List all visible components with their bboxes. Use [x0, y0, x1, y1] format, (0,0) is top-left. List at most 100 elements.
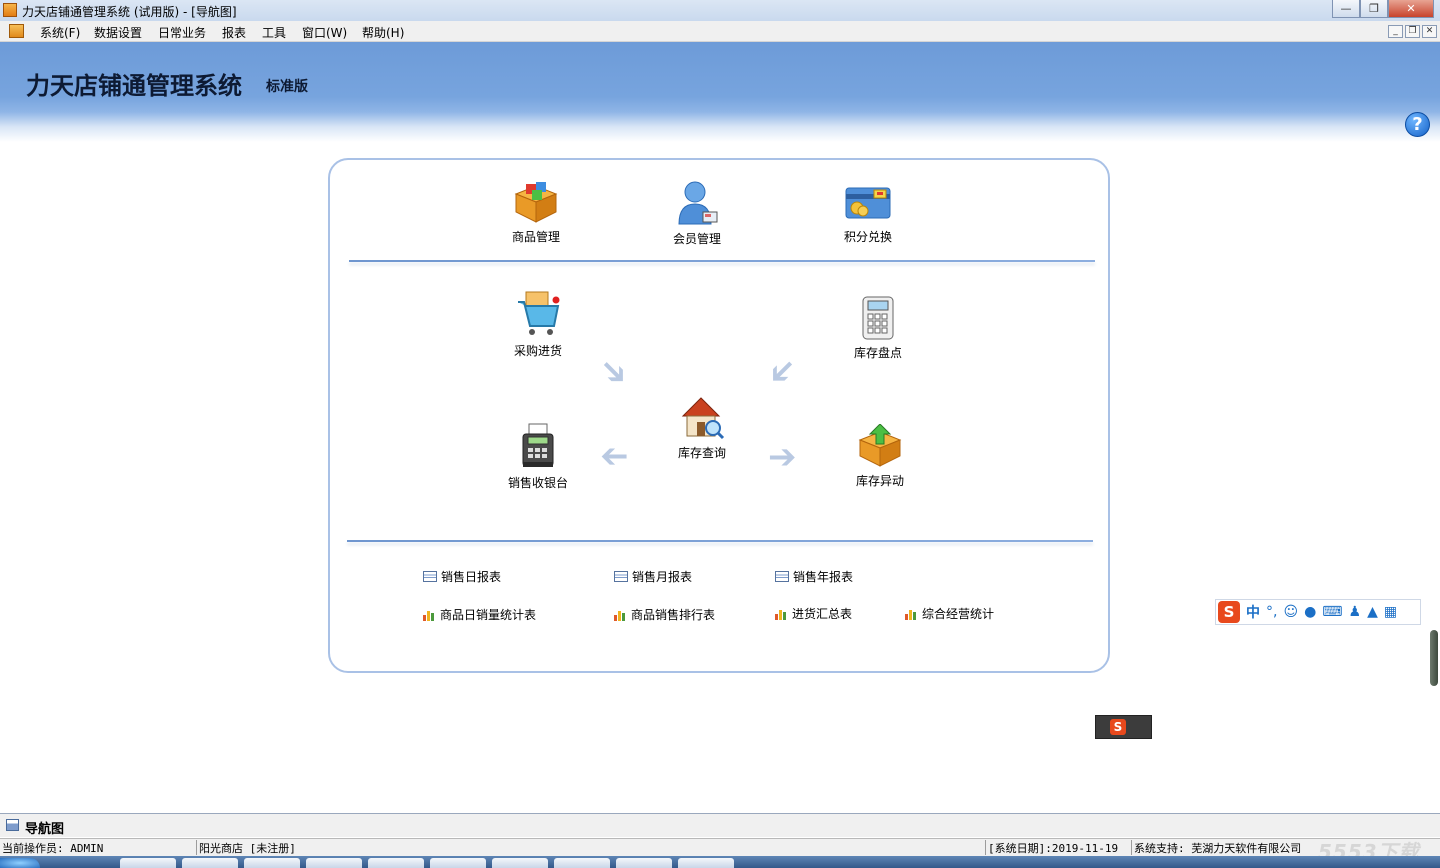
report-goods-sales-rank[interactable]: 商品销售排行表	[614, 606, 715, 623]
close-button[interactable]: ✕	[1388, 0, 1434, 18]
menu-bar: 系统(F) 数据设置 日常业务 报表 工具 窗口(W) 帮助(H) _ ❐ ✕	[0, 21, 1440, 42]
side-scroll-handle[interactable]	[1430, 630, 1438, 686]
menu-daily-business[interactable]: 日常业务	[158, 24, 206, 41]
tile-goods-label: 商品管理	[511, 230, 560, 244]
child-window-controls: _ ❐ ✕	[1388, 25, 1437, 38]
restore-button[interactable]: ❐	[1360, 0, 1388, 18]
arrow-down-right-icon: ➔	[590, 347, 639, 397]
report-sales-monthly[interactable]: 销售月报表	[614, 568, 692, 585]
report-sales-daily[interactable]: 销售日报表	[423, 568, 501, 585]
app-edition: 标准版	[266, 79, 308, 95]
minimize-button[interactable]: —	[1332, 0, 1360, 18]
navigation-map-icon	[6, 819, 19, 831]
tile-goods-management[interactable]: 商品管理	[476, 180, 596, 245]
report-sales-monthly-label: 销售月报表	[632, 570, 693, 584]
taskbar-app-3[interactable]	[244, 858, 300, 868]
ime-mode-toggle[interactable]: 中	[1246, 602, 1260, 622]
app-name: 力天店铺通管理系统	[26, 72, 242, 100]
tile-points-exchange[interactable]: 积分兑换	[808, 180, 928, 245]
title-bar: 力天店铺通管理系统 (试用版) - [导航图] — ❐ ✕	[0, 0, 1440, 21]
keyboard-icon[interactable]: ⌨	[1322, 604, 1342, 620]
taskbar-app-2[interactable]	[182, 858, 238, 868]
window-controls: — ❐ ✕	[1332, 0, 1434, 18]
navigation-panel: 商品管理 会员管理 积分兑换 采购进货 库存盘点 ➔ ➔ 库存查询 销售收银台 …	[328, 158, 1110, 673]
tile-purchase[interactable]: 采购进货	[478, 290, 598, 359]
status-bar: 当前操作员: ADMIN 阳光商店 [未注册] [系统日期]:2019-11-1…	[0, 838, 1440, 856]
report-purchase-summary[interactable]: 进货汇总表	[775, 605, 852, 622]
user-icon[interactable]: ♟	[1349, 604, 1362, 620]
report-sales-yearly[interactable]: 销售年报表	[775, 568, 853, 585]
start-button[interactable]	[0, 858, 40, 868]
tile-query-label: 库存查询	[677, 446, 726, 460]
arrow-right-icon: ➔	[768, 437, 797, 477]
app-icon	[3, 3, 17, 17]
tile-inventory-change[interactable]: 库存异动	[820, 424, 940, 489]
sogou-logo-icon[interactable]: S	[1218, 601, 1240, 623]
cash-register-icon	[522, 423, 554, 467]
report-goods-rank-label: 商品销售排行表	[631, 608, 716, 622]
status-operator: 当前操作员: ADMIN	[2, 842, 104, 855]
report-icon	[423, 571, 437, 582]
arrow-down-left-icon: ➔	[758, 347, 807, 397]
menu-window[interactable]: 窗口(W)	[302, 24, 347, 41]
taskbar-app-8[interactable]	[554, 858, 610, 868]
skin-shirt-icon[interactable]: ▲	[1367, 604, 1378, 620]
os-taskbar	[0, 856, 1440, 868]
taskbar-app-10[interactable]	[678, 858, 734, 868]
tile-cashier-label: 销售收银台	[507, 476, 568, 490]
report-sales-yearly-label: 销售年报表	[793, 570, 854, 584]
menu-system[interactable]: 系统(F)	[40, 24, 80, 41]
section-divider-top	[349, 260, 1095, 262]
help-icon[interactable]: ?	[1405, 112, 1430, 137]
status-shop: 阳光商店 [未注册]	[196, 840, 596, 855]
taskbar-app-5[interactable]	[368, 858, 424, 868]
status-system-date: [系统日期]:2019-11-19	[985, 840, 1131, 855]
report-overall-stats[interactable]: 综合经营统计	[905, 605, 994, 622]
bar-chart-icon	[905, 608, 918, 620]
toolbox-grid-icon[interactable]: ▦	[1384, 604, 1397, 620]
ime-mini-bar[interactable]: S	[1095, 715, 1152, 739]
section-divider-bottom	[347, 540, 1093, 542]
points-card-icon	[845, 187, 891, 219]
app-banner: 力天店铺通管理系统 标准版	[0, 42, 1440, 142]
menu-data-settings[interactable]: 数据设置	[94, 24, 142, 41]
tile-inventory-query[interactable]: 库存查询	[642, 394, 762, 461]
shopping-cart-icon	[518, 291, 560, 335]
report-overall-label: 综合经营统计	[922, 607, 995, 621]
ime-toolbar: S 中 °, ☺ ● ⌨ ♟ ▲ ▦	[1215, 599, 1421, 625]
menu-help[interactable]: 帮助(H)	[362, 24, 404, 41]
taskbar-app-6[interactable]	[430, 858, 486, 868]
tile-cashier[interactable]: 销售收银台	[478, 422, 598, 491]
arrow-left-icon: ➔	[600, 437, 629, 477]
member-icon	[678, 181, 718, 225]
tile-points-label: 积分兑换	[843, 230, 892, 244]
tile-purchase-label: 采购进货	[513, 344, 562, 358]
ime-punctuation-toggle[interactable]: °,	[1266, 604, 1277, 620]
report-icon	[614, 571, 628, 582]
menu-tools[interactable]: 工具	[262, 24, 286, 41]
box-icon	[514, 182, 558, 223]
report-goods-daily-volume[interactable]: 商品日销量统计表	[423, 606, 536, 623]
navigation-tab-label: 导航图	[25, 822, 65, 837]
tile-stocktake-label: 库存盘点	[853, 346, 902, 360]
calculator-icon	[862, 296, 894, 340]
taskbar-app-7[interactable]	[492, 858, 548, 868]
document-menu-icon[interactable]	[9, 24, 24, 38]
taskbar-app-1[interactable]	[120, 858, 176, 868]
navigation-tab[interactable]: 导航图	[0, 813, 1440, 837]
taskbar-app-9[interactable]	[616, 858, 672, 868]
child-restore-button[interactable]: ❐	[1405, 25, 1420, 38]
emoji-icon[interactable]: ☺	[1283, 604, 1298, 620]
report-goods-daily-label: 商品日销量统计表	[440, 608, 537, 622]
child-minimize-button[interactable]: _	[1388, 25, 1403, 38]
microphone-icon[interactable]: ●	[1304, 604, 1316, 620]
child-close-button[interactable]: ✕	[1422, 25, 1437, 38]
tile-stocktake[interactable]: 库存盘点	[818, 296, 938, 361]
bar-chart-icon	[423, 609, 436, 621]
report-icon	[775, 571, 789, 582]
taskbar-app-4[interactable]	[306, 858, 362, 868]
house-search-icon	[681, 397, 725, 440]
tile-member-management[interactable]: 会员管理	[637, 180, 757, 247]
tile-change-label: 库存异动	[855, 474, 904, 488]
menu-reports[interactable]: 报表	[222, 24, 246, 41]
